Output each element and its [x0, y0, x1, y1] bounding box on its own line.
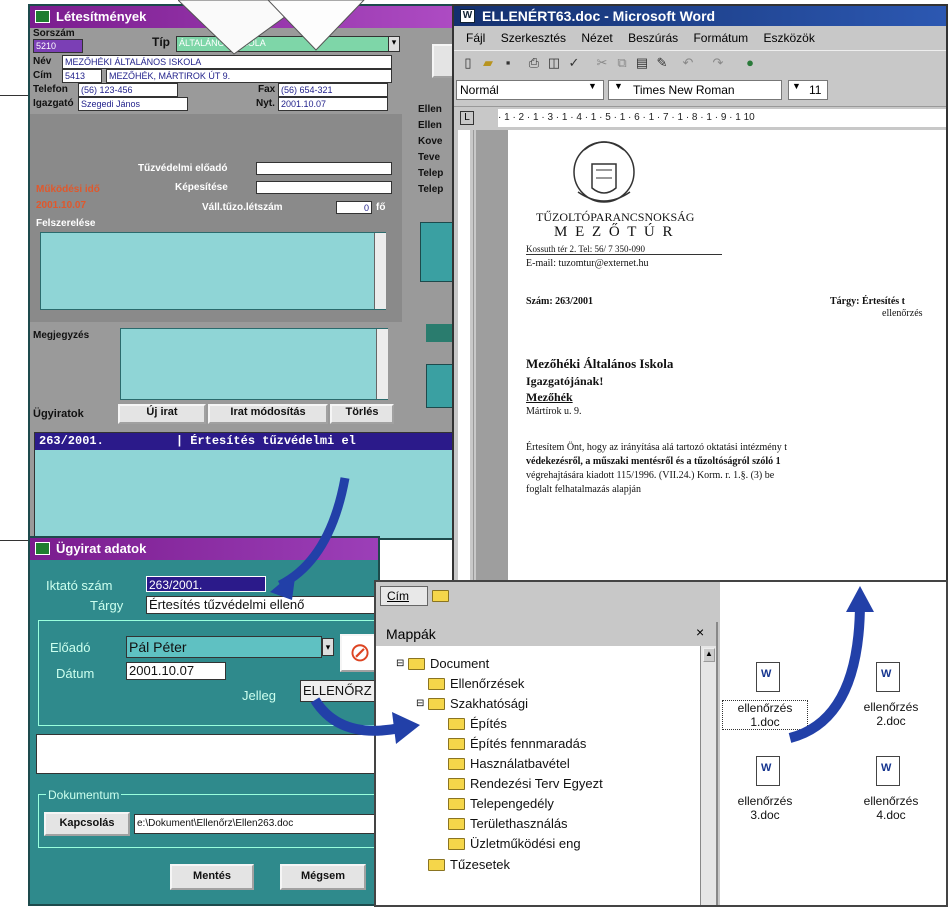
arrow-list-to-form [277, 477, 350, 590]
arrow-form-to-explorer [310, 697, 401, 736]
arrows-overlay [270, 477, 874, 744]
arrow-file-to-word [788, 601, 865, 743]
arrowhead [270, 570, 296, 600]
arrowhead [392, 712, 420, 744]
arrowhead [846, 586, 874, 612]
